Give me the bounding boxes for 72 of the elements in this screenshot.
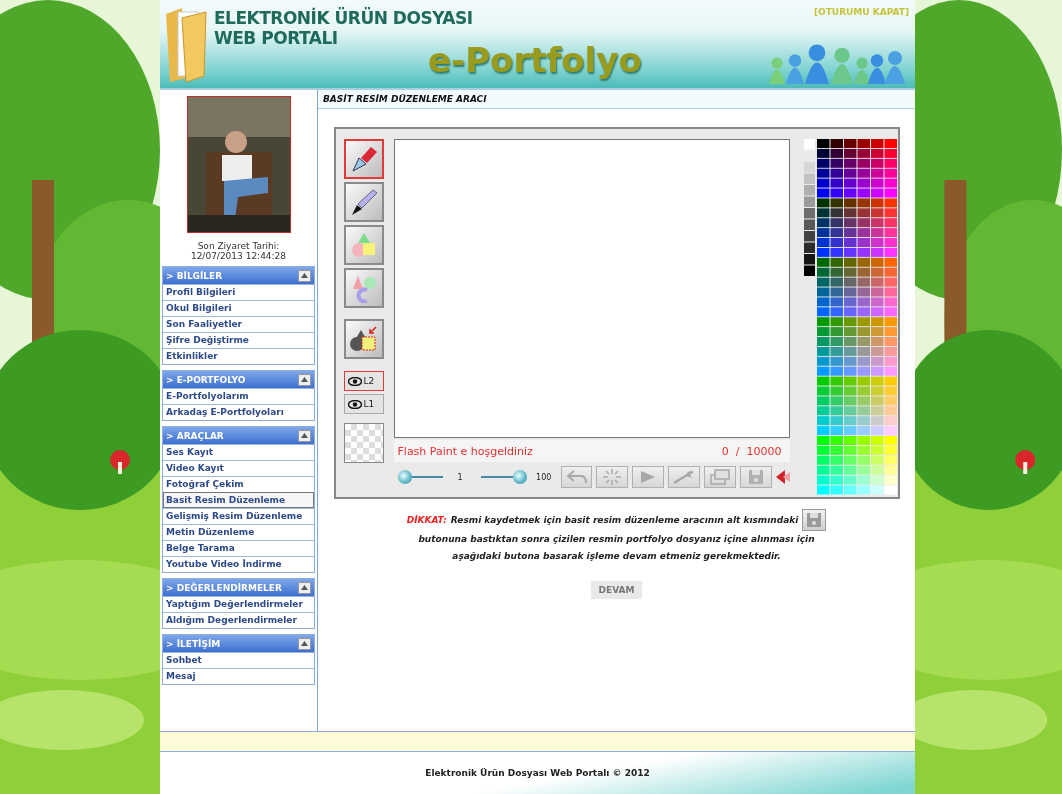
brand-logo-text: e-Portfolyo: [428, 40, 642, 80]
triangle-icon: [301, 433, 308, 438]
slider-thumb[interactable]: [397, 470, 412, 484]
wrench-icon: [673, 470, 696, 484]
notice-text: aşağıdaki butona basarak işleme devam etmeniz gerekmektedir.: [452, 550, 781, 563]
nav-link[interactable]: Yaptığım Değerlendirmeler: [163, 596, 314, 612]
save-icon: [747, 469, 764, 485]
page-title: BASİT RESİM DÜZENLEME ARACI: [323, 94, 487, 104]
nav-link[interactable]: Etkinlikler: [163, 348, 314, 364]
last-visit-text: Son Ziyaret Tarihi: 12/07/2013 12:44:28: [190, 241, 287, 261]
tool-button[interactable]: [343, 182, 384, 222]
section-title: > İLETİŞİM: [166, 638, 221, 649]
triangle-icon: [301, 641, 308, 646]
tool-button[interactable]: [343, 319, 384, 359]
section-title: > ARAÇLAR: [166, 430, 224, 441]
nav-link[interactable]: Mesaj: [163, 668, 314, 684]
slider-value: 1: [456, 472, 464, 482]
layer-button[interactable]: L2: [343, 371, 384, 391]
play-icon: [640, 470, 657, 484]
section-title: > BİLGİLER: [166, 270, 223, 281]
point-counter: 0 / 10000: [721, 444, 782, 458]
nav-link[interactable]: Profil Bilgileri: [163, 284, 314, 300]
undo-icon: [566, 470, 587, 484]
burst-icon: [603, 469, 622, 485]
nav-link[interactable]: Ses Kayıt: [163, 444, 314, 460]
continue-button[interactable]: DEVAM: [590, 581, 643, 599]
warning-label: DİKKAT:: [406, 515, 447, 525]
printer-icon: [709, 469, 730, 485]
nav-link[interactable]: Okul Bilgileri: [163, 300, 314, 316]
collapse-button[interactable]: [298, 373, 311, 386]
slider[interactable]: [397, 470, 444, 484]
collapse-button[interactable]: [298, 429, 311, 442]
color-palette[interactable]: [803, 139, 898, 495]
nav-link[interactable]: Aldığım Degerlendirmeler: [163, 612, 314, 628]
tool-button[interactable]: [343, 139, 384, 179]
layer-button[interactable]: L1: [343, 394, 384, 414]
nav-link[interactable]: Gelişmiş Resim Düzenleme: [163, 508, 314, 524]
nav-link[interactable]: Şifre Değiştirme: [163, 332, 314, 348]
portal-title: ELEKTRONİK ÜRÜN DOSYASI: [214, 8, 473, 28]
collapse-arrow-icon[interactable]: [775, 469, 790, 485]
nav-link[interactable]: Video Kayıt: [163, 460, 314, 476]
eye-icon: [347, 376, 362, 386]
status-text: Flash Paint e hoşgeldiniz: [397, 444, 533, 458]
nav-link[interactable]: Youtube Video İndirme: [163, 556, 314, 572]
nav-link[interactable]: Belge Tarama: [163, 540, 314, 556]
tool-button[interactable]: [343, 268, 384, 308]
portal-title: WEB PORTALI: [214, 28, 339, 48]
nav-link[interactable]: E-Portfolyolarım: [163, 388, 314, 404]
triangle-icon: [301, 585, 308, 590]
tool-button[interactable]: [343, 225, 384, 265]
slider[interactable]: [481, 470, 527, 484]
collapse-button[interactable]: [298, 637, 311, 650]
slider-thumb[interactable]: [512, 470, 527, 484]
collapse-button[interactable]: [298, 581, 311, 594]
eye-icon: [347, 399, 362, 409]
section-title: > DEĞERLENDİRMELER: [166, 582, 282, 593]
notice-text: butonuna bastıktan sonra çizilen resmin portfolyo dosyanız içine alınması için: [418, 533, 815, 546]
folder-icon: [164, 6, 208, 84]
nav-link[interactable]: Metin Düzenleme: [163, 524, 314, 540]
nav-link[interactable]: Arkadaş E-Portfolyoları: [163, 404, 314, 420]
nav-link[interactable]: Sohbet: [163, 652, 314, 668]
triangle-icon: [301, 377, 308, 382]
slider-value: 100: [535, 472, 553, 482]
section-title: > E-PORTFOLYO: [166, 374, 246, 385]
transparent-color-swatch[interactable]: [343, 423, 384, 463]
footer-text: Elektronik Ürün Dosyası Web Portalı © 2012: [425, 768, 650, 778]
collapse-button[interactable]: [298, 269, 311, 282]
triangle-icon: [301, 273, 308, 278]
nav-link[interactable]: Son Faaliyetler: [163, 316, 314, 332]
nav-link[interactable]: Basit Resim Düzenleme: [163, 492, 314, 508]
notice-text: Resmi kaydetmek için basit resim düzenleme aracının alt kısmındaki: [450, 513, 799, 527]
arrange-icon: [348, 324, 379, 354]
